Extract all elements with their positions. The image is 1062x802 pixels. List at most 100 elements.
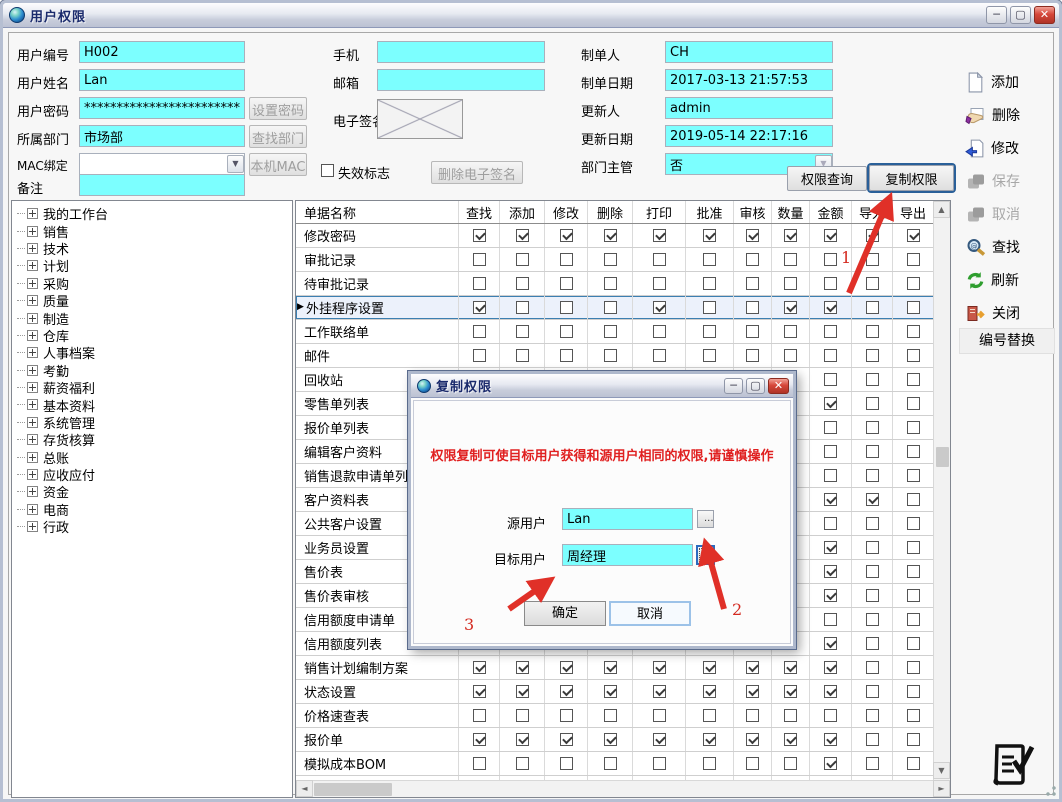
permission-checkbox[interactable] <box>604 229 617 242</box>
permission-checkbox[interactable] <box>866 709 879 722</box>
permission-checkbox[interactable] <box>866 253 879 266</box>
permission-checkbox[interactable] <box>703 253 716 266</box>
tree-item-14[interactable]: 存货核算 <box>17 431 292 448</box>
permission-checkbox[interactable] <box>824 565 837 578</box>
toolbar-cancel-folder-button[interactable]: 取消 <box>965 199 1061 229</box>
permission-checkbox[interactable] <box>824 325 837 338</box>
permission-checkbox[interactable] <box>473 709 486 722</box>
permission-checkbox[interactable] <box>653 325 666 338</box>
permission-checkbox[interactable] <box>907 517 920 530</box>
permission-checkbox[interactable] <box>653 709 666 722</box>
table-row[interactable]: 销售计划编制方案 <box>296 656 934 680</box>
permission-checkbox[interactable] <box>907 613 920 626</box>
permission-checkbox[interactable] <box>473 685 486 698</box>
permission-checkbox[interactable] <box>560 661 573 674</box>
permission-checkbox[interactable] <box>746 661 759 674</box>
phone-input[interactable] <box>377 41 545 63</box>
tree-item-8[interactable]: 仓库 <box>17 327 292 344</box>
permission-checkbox[interactable] <box>866 469 879 482</box>
tree-item-2[interactable]: 销售 <box>17 222 292 239</box>
permission-checkbox[interactable] <box>907 373 920 386</box>
permission-checkbox[interactable] <box>866 445 879 458</box>
permission-checkbox[interactable] <box>604 733 617 746</box>
permission-checkbox[interactable] <box>866 229 879 242</box>
tree-expand-icon[interactable] <box>27 260 38 271</box>
permission-checkbox[interactable] <box>824 349 837 362</box>
permission-checkbox[interactable] <box>907 685 920 698</box>
permission-checkbox[interactable] <box>907 421 920 434</box>
permission-checkbox[interactable] <box>560 229 573 242</box>
permission-checkbox[interactable] <box>746 229 759 242</box>
permission-checkbox[interactable] <box>516 757 529 770</box>
permission-checkbox[interactable] <box>473 349 486 362</box>
maximize-button[interactable]: ▢ <box>1010 6 1031 24</box>
permission-checkbox[interactable] <box>866 493 879 506</box>
permission-checkbox[interactable] <box>824 373 837 386</box>
permission-checkbox[interactable] <box>746 301 759 314</box>
permission-checkbox[interactable] <box>866 685 879 698</box>
permission-checkbox[interactable] <box>784 685 797 698</box>
table-row[interactable]: 修改密码 <box>296 224 934 248</box>
permission-checkbox[interactable] <box>866 349 879 362</box>
tree-item-4[interactable]: 计划 <box>17 257 292 274</box>
table-row[interactable]: 审批记录 <box>296 248 934 272</box>
permission-checkbox[interactable] <box>866 541 879 554</box>
permission-checkbox[interactable] <box>473 229 486 242</box>
create-date-input[interactable] <box>665 69 833 91</box>
permission-checkbox[interactable] <box>907 661 920 674</box>
permission-checkbox[interactable] <box>653 757 666 770</box>
permission-checkbox[interactable] <box>560 349 573 362</box>
dialog-cancel-button[interactable]: 取消 <box>609 601 691 626</box>
toolbar-save-folder-button[interactable]: 保存 <box>965 166 1061 196</box>
permission-checkbox[interactable] <box>560 253 573 266</box>
invalid-flag-checkbox[interactable] <box>321 164 334 177</box>
permission-checkbox[interactable] <box>473 301 486 314</box>
permission-checkbox[interactable] <box>824 469 837 482</box>
permission-checkbox[interactable] <box>604 325 617 338</box>
signature-placeholder[interactable] <box>377 99 463 139</box>
tree-expand-icon[interactable] <box>27 278 38 289</box>
horizontal-scroll-thumb[interactable] <box>314 783 392 796</box>
permission-checkbox[interactable] <box>746 325 759 338</box>
permission-checkbox[interactable] <box>907 469 920 482</box>
permission-checkbox[interactable] <box>824 661 837 674</box>
table-row[interactable]: 报价单 <box>296 728 934 752</box>
email-input[interactable] <box>377 69 545 91</box>
tree-item-17[interactable]: 资金 <box>17 483 292 500</box>
toolbar-refresh-button[interactable]: 刷新 <box>965 265 1061 295</box>
permission-checkbox[interactable] <box>866 661 879 674</box>
permission-checkbox[interactable] <box>604 301 617 314</box>
permission-checkbox[interactable] <box>907 397 920 410</box>
permission-checkbox[interactable] <box>653 349 666 362</box>
permission-checkbox[interactable] <box>784 349 797 362</box>
tree-item-5[interactable]: 采购 <box>17 275 292 292</box>
permission-checkbox[interactable] <box>784 277 797 290</box>
permission-checkbox[interactable] <box>824 445 837 458</box>
tree-expand-icon[interactable] <box>27 434 38 445</box>
updater-input[interactable] <box>665 97 833 119</box>
permission-checkbox[interactable] <box>746 709 759 722</box>
permission-checkbox[interactable] <box>473 733 486 746</box>
permission-checkbox[interactable] <box>703 757 716 770</box>
permission-checkbox[interactable] <box>824 757 837 770</box>
user-password-input[interactable] <box>79 97 245 119</box>
table-row[interactable]: 邮件 <box>296 344 934 368</box>
permission-checkbox[interactable] <box>866 757 879 770</box>
toolbar-new-doc-button[interactable]: 添加 <box>965 67 1061 97</box>
permission-checkbox[interactable] <box>824 541 837 554</box>
permission-checkbox[interactable] <box>907 301 920 314</box>
permission-checkbox[interactable] <box>866 325 879 338</box>
user-id-input[interactable] <box>79 41 245 63</box>
permission-query-button[interactable]: 权限查询 <box>787 166 867 191</box>
permission-checkbox[interactable] <box>866 301 879 314</box>
permission-checkbox[interactable] <box>516 661 529 674</box>
tree-expand-icon[interactable] <box>27 399 38 410</box>
permission-checkbox[interactable] <box>866 613 879 626</box>
permission-checkbox[interactable] <box>907 445 920 458</box>
permission-checkbox[interactable] <box>784 301 797 314</box>
permission-checkbox[interactable] <box>703 709 716 722</box>
permission-checkbox[interactable] <box>907 493 920 506</box>
permission-checkbox[interactable] <box>560 301 573 314</box>
permission-checkbox[interactable] <box>907 349 920 362</box>
permission-checkbox[interactable] <box>746 733 759 746</box>
